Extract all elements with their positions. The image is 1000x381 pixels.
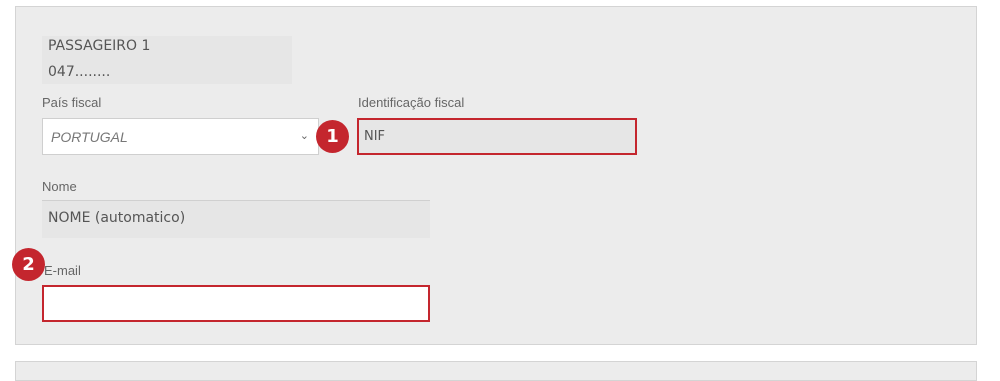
email-input[interactable] xyxy=(42,285,430,322)
pais-fiscal-value: PORTUGAL xyxy=(51,129,128,145)
identificacao-fiscal-label: Identificação fiscal xyxy=(358,95,465,110)
annotation-badge-1: 1 xyxy=(316,120,349,153)
nome-field: NOME (automatico) xyxy=(42,200,430,238)
pais-fiscal-select[interactable]: PORTUGAL ⌄ xyxy=(42,118,319,155)
nome-label: Nome xyxy=(42,179,77,194)
pais-fiscal-label: País fiscal xyxy=(42,95,102,110)
passenger-title: PASSAGEIRO 1 xyxy=(48,38,151,54)
passenger-id: 047........ xyxy=(48,64,111,80)
annotation-badge-2: 2 xyxy=(12,248,45,281)
nif-value: NIF xyxy=(364,129,386,144)
nome-value: NOME (automatico) xyxy=(48,210,186,226)
chevron-down-icon: ⌄ xyxy=(299,129,309,142)
email-label: E-mail xyxy=(44,263,81,278)
next-panel xyxy=(15,361,977,381)
nif-input[interactable]: NIF xyxy=(357,118,637,155)
